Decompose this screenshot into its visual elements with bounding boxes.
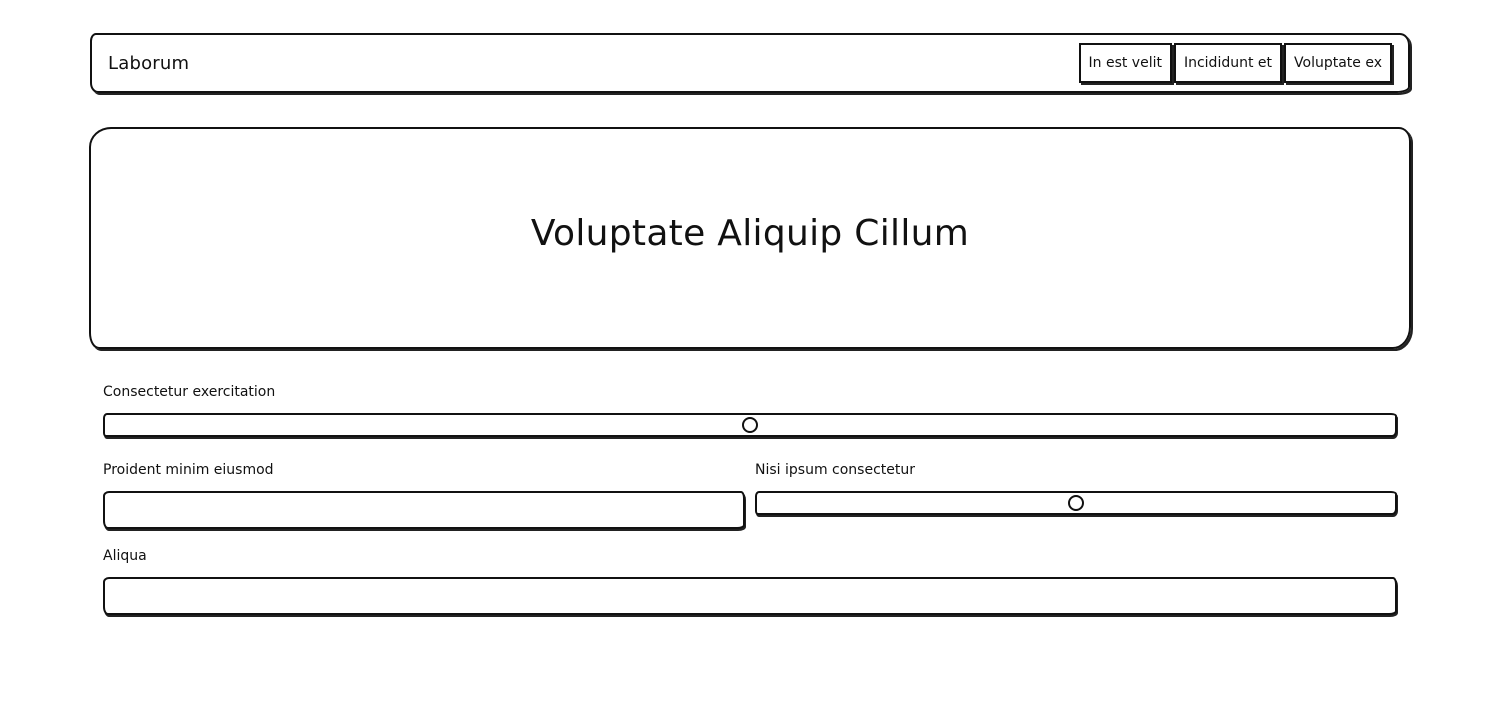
hero-banner: Voluptate Aliquip Cillum: [89, 127, 1411, 349]
proident-minim-eiusmod-input[interactable]: [103, 491, 745, 529]
hero-title: Voluptate Aliquip Cillum: [530, 213, 970, 254]
aliqua-input[interactable]: [103, 577, 1397, 615]
slider-thumb[interactable]: [742, 417, 758, 433]
input-label-aliqua: Aliqua: [103, 548, 147, 564]
slider-label-nisi-ipsum-consectetur: Nisi ipsum consectetur: [755, 462, 915, 478]
nav-link-voluptate-ex[interactable]: Voluptate ex: [1284, 43, 1392, 83]
slider-consectetur-exercitation[interactable]: [103, 413, 1397, 437]
navbar: Laborum In est velit Incididunt et Volup…: [90, 33, 1410, 93]
slider-thumb[interactable]: [1068, 495, 1084, 511]
nav-link-in-est-velit[interactable]: In est velit: [1078, 43, 1172, 83]
nav-links: In est velit Incididunt et Voluptate ex: [1078, 43, 1392, 83]
slider-label-consectetur-exercitation: Consectetur exercitation: [103, 384, 276, 400]
page: Laborum In est velit Incididunt et Volup…: [0, 0, 1500, 720]
input-label-proident-minim-eiusmod: Proident minim eiusmod: [103, 462, 274, 478]
brand-logo-text[interactable]: Laborum: [108, 53, 189, 74]
nav-link-incididunt-et[interactable]: Incididunt et: [1173, 43, 1283, 83]
slider-nisi-ipsum-consectetur[interactable]: [755, 491, 1397, 515]
